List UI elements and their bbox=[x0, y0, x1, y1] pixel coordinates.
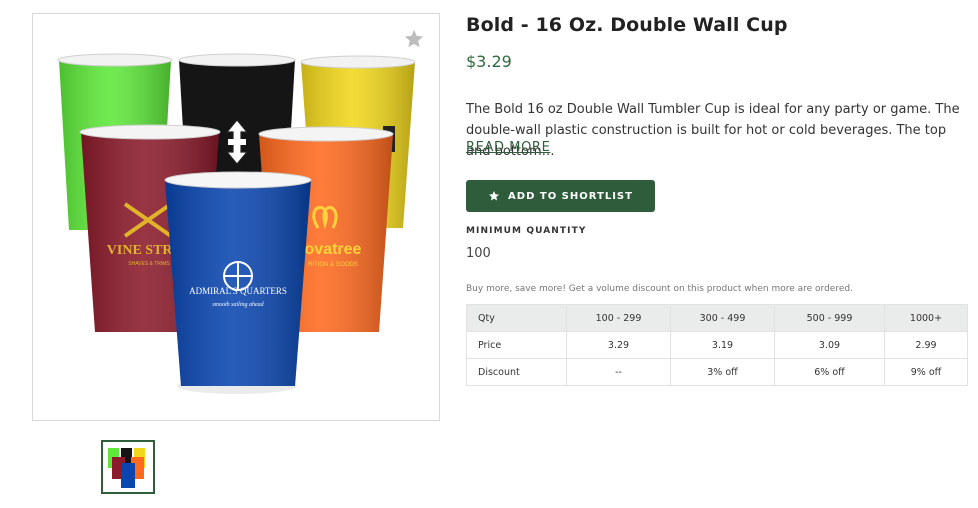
volume-discount-note: Buy more, save more! Get a volume discou… bbox=[466, 284, 853, 294]
table-row: Discount -- 3% off 6% off 9% off bbox=[466, 358, 968, 386]
table-header-cell: Qty bbox=[466, 304, 567, 332]
orange-cup-logo: ovatree bbox=[305, 241, 362, 258]
table-cell: 3.29 bbox=[566, 331, 671, 359]
cups-photo: VINE STREE SHAVES & TRIMS ovatree RITION… bbox=[57, 53, 416, 394]
main-product-image[interactable]: VINE STREE SHAVES & TRIMS ovatree RITION… bbox=[32, 13, 440, 421]
product-title: Bold - 16 Oz. Double Wall Cup bbox=[466, 14, 788, 36]
table-header-row: Qty 100 - 299 300 - 499 500 - 999 1000+ bbox=[466, 304, 968, 332]
favorite-star-icon[interactable] bbox=[403, 28, 425, 50]
gallery-thumbnail[interactable] bbox=[101, 440, 155, 494]
table-cell: 3.19 bbox=[670, 331, 775, 359]
table-cell: 2.99 bbox=[884, 331, 968, 359]
min-quantity-value: 100 bbox=[466, 246, 491, 261]
svg-text:smooth sailing ahead: smooth sailing ahead bbox=[212, 302, 264, 308]
table-header-cell: 500 - 999 bbox=[774, 304, 885, 332]
table-row: Price 3.29 3.19 3.09 2.99 bbox=[466, 331, 968, 359]
thumbnail-image bbox=[108, 448, 145, 488]
svg-text:RITION & GOODS: RITION & GOODS bbox=[308, 262, 358, 268]
table-cell: 6% off bbox=[774, 358, 885, 386]
table-cell: -- bbox=[566, 358, 671, 386]
product-price: $3.29 bbox=[466, 52, 512, 71]
blue-cup-logo: ADMIRAL'S QUARTERS bbox=[189, 286, 287, 296]
table-cell: 9% off bbox=[884, 358, 968, 386]
shortlist-label: ADD TO SHORTLIST bbox=[508, 190, 633, 202]
read-more-link[interactable]: READ MORE bbox=[466, 140, 550, 155]
table-cell: 3.09 bbox=[774, 331, 885, 359]
min-quantity-label: MINIMUM QUANTITY bbox=[466, 226, 587, 236]
cup-blue: ADMIRAL'S QUARTERS smooth sailing ahead bbox=[164, 171, 312, 394]
add-to-shortlist-button[interactable]: ADD TO SHORTLIST bbox=[466, 180, 655, 212]
table-header-cell: 100 - 299 bbox=[566, 304, 671, 332]
svg-text:SHAVES & TRIMS: SHAVES & TRIMS bbox=[128, 261, 170, 267]
table-header-cell: 1000+ bbox=[884, 304, 968, 332]
star-icon bbox=[489, 191, 500, 201]
table-cell: Price bbox=[466, 331, 567, 359]
table-cell: Discount bbox=[466, 358, 567, 386]
pricing-table: Qty 100 - 299 300 - 499 500 - 999 1000+ … bbox=[466, 304, 968, 386]
table-cell: 3% off bbox=[670, 358, 775, 386]
table-header-cell: 300 - 499 bbox=[670, 304, 775, 332]
